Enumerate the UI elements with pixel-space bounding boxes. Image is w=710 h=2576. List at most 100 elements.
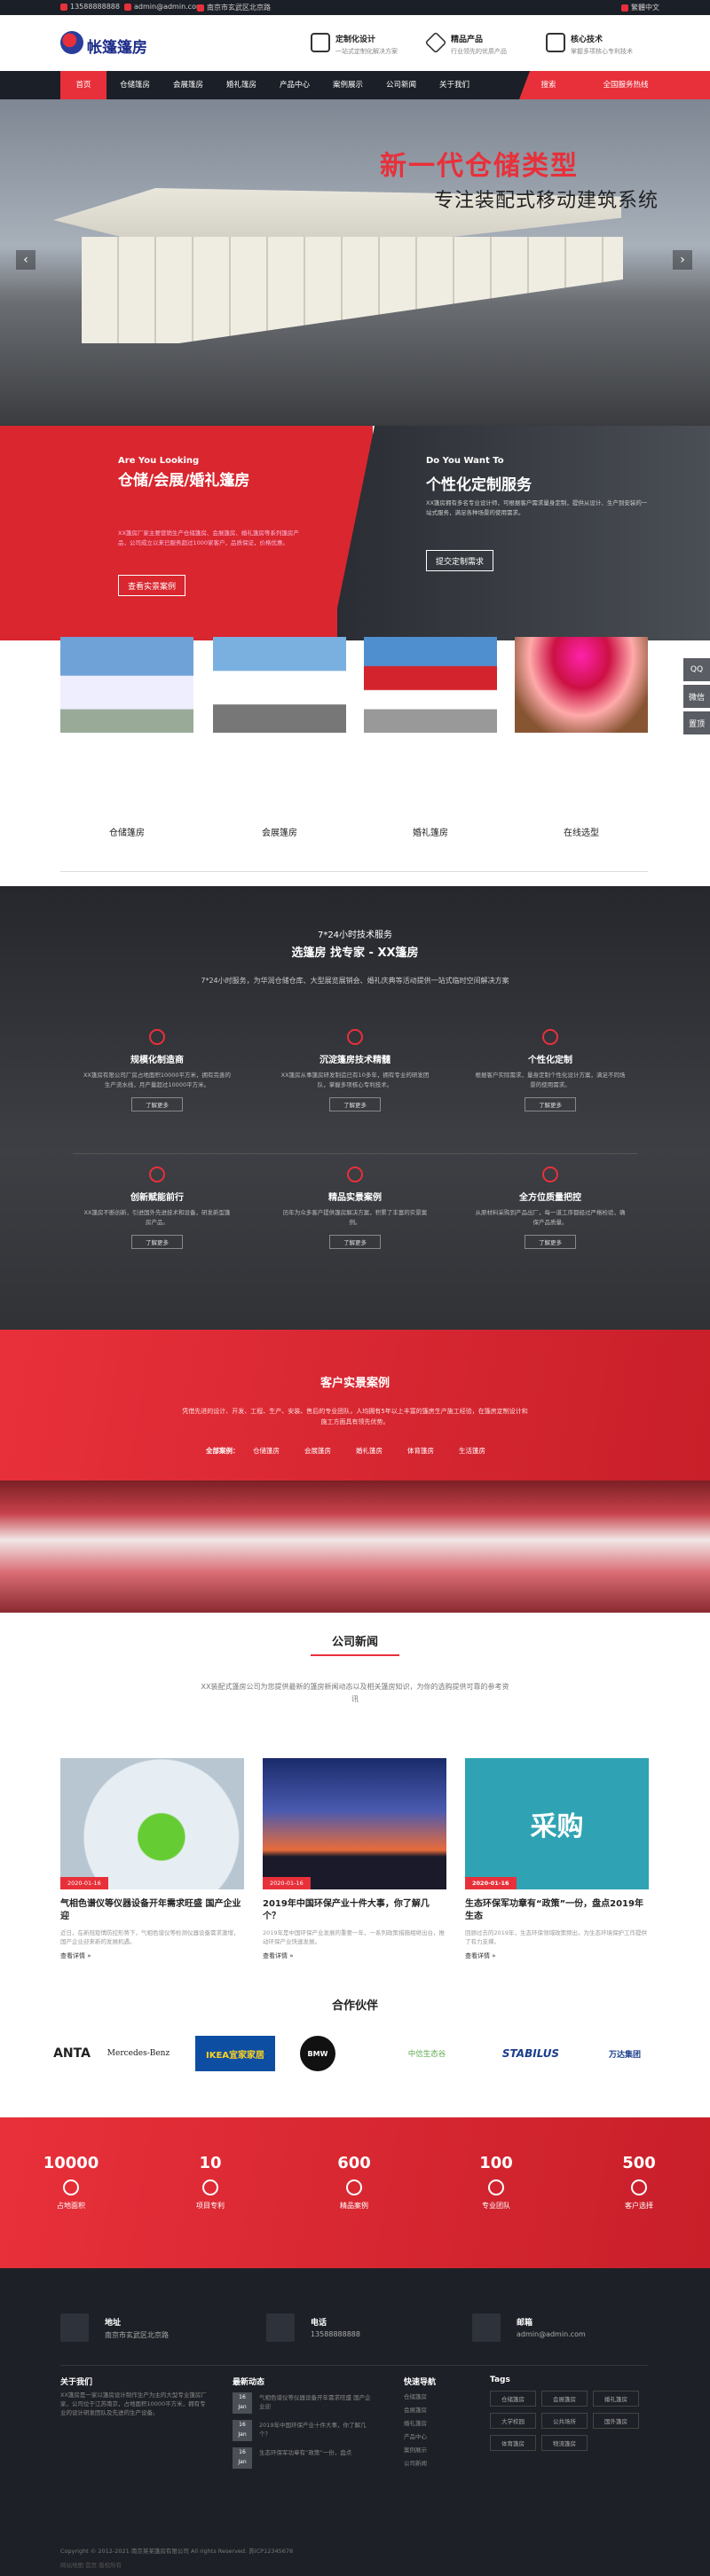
case-image-expo[interactable] [213, 637, 346, 733]
partner-logo-mercedes[interactable]: Mercedes-Benz [96, 2036, 181, 2071]
footer-link[interactable]: 公司新闻 [404, 2459, 427, 2468]
services-kicker: 7*24小时技术服务 [317, 931, 393, 940]
learn-more-button[interactable]: 了解更多 [525, 1235, 576, 1249]
topbar-email[interactable]: admin@admin.com [124, 3, 203, 11]
submit-request-button[interactable]: 提交定制需求 [426, 550, 494, 571]
nav-item-wedding[interactable]: 婚礼篷房 [217, 71, 266, 99]
footer-tag[interactable]: 婚礼篷房 [593, 2391, 639, 2407]
filter-storage[interactable]: 仓储篷房 [253, 1446, 280, 1456]
service-item: 个性化定制 根据客户实际需求，量身定制个性化设计方案，满足不同场景的使用需求。 了解… [466, 1029, 635, 1111]
footer-tag[interactable]: 大学校园 [490, 2413, 536, 2429]
mail-icon [472, 2313, 501, 2342]
language-switch[interactable]: 繁體中文 [621, 3, 659, 12]
nav-item-storage[interactable]: 仓储篷房 [110, 71, 160, 99]
promo-left-title: 仓储/会展/婚礼篷房 [118, 472, 250, 490]
partner-logo-bmw[interactable]: BMW [300, 2036, 335, 2071]
back-to-top-button[interactable]: 置顶 [683, 711, 710, 734]
banquet-image [0, 1480, 710, 1613]
service-item: 精品实景案例 历年为众多客户提供篷房解决方案，积累了丰富的实景案例。 了解更多 [271, 1166, 439, 1249]
topbar-phone[interactable]: 13588888888 [60, 3, 120, 11]
partner-logo-ikea[interactable]: IKEA宜家家居 [195, 2036, 275, 2071]
wechat-side-button[interactable]: 微信 [683, 685, 710, 708]
hero-prev-button[interactable]: ‹ [16, 250, 36, 270]
filter-expo[interactable]: 会展篷房 [304, 1446, 331, 1456]
case-label-expo[interactable]: 会展篷房 [213, 825, 346, 838]
partner-logo-anta[interactable]: ANTA [53, 2036, 91, 2071]
footer-tag[interactable]: 仓储篷房 [490, 2391, 536, 2407]
learn-more-button[interactable]: 了解更多 [525, 1097, 576, 1111]
footer-email[interactable]: admin@admin.com [517, 2330, 586, 2338]
news-more-link[interactable]: 查看详情 » [60, 1952, 244, 1960]
case-image-storage[interactable] [60, 637, 193, 733]
learn-more-button[interactable]: 了解更多 [131, 1235, 183, 1249]
news-more-link[interactable]: 查看详情 » [263, 1952, 446, 1960]
footer-link[interactable]: 产品中心 [404, 2432, 427, 2441]
qq-side-button[interactable]: QQ [683, 658, 710, 681]
promo-right [337, 426, 710, 640]
brush-icon [542, 1029, 558, 1045]
feature-3: 核心技术 掌握多项核心专利技术 [546, 33, 633, 56]
partner-logo-wanda[interactable]: 万达集团 [591, 2036, 659, 2071]
nav-item-expo[interactable]: 会展篷房 [163, 71, 213, 99]
case-label-online[interactable]: 在线选型 [515, 825, 648, 838]
footer-tag[interactable]: 物流篷房 [541, 2435, 588, 2451]
filter-sports[interactable]: 体育篷房 [407, 1446, 434, 1456]
footer-tag[interactable]: 会展篷房 [541, 2391, 588, 2407]
footer-tag[interactable]: 国外篷房 [593, 2413, 639, 2429]
footer-news-link[interactable]: 气相色谱仪等仪器设备开年需求旺盛 国产企业迎 [259, 2393, 375, 2411]
footer-tag[interactable]: 公共场所 [541, 2413, 588, 2429]
view-cases-button[interactable]: 查看实景案例 [118, 575, 186, 596]
nav-item-about[interactable]: 关于我们 [430, 71, 479, 99]
footer-link[interactable]: 案例展示 [404, 2446, 427, 2454]
stat-item: 600 精品案例 [337, 2154, 371, 2210]
logo-text[interactable]: 帐篷篷房 [87, 35, 147, 57]
case-image-online[interactable] [515, 637, 648, 733]
news-card[interactable]: 采购 2020-01-16 生态环保军功章有“政策”一份，盘点2019年生态 回顾… [465, 1758, 649, 1960]
footer-tag[interactable]: 体育篷房 [490, 2435, 536, 2451]
logo-icon[interactable] [60, 31, 83, 54]
footer-phone[interactable]: 13588888888 [311, 2330, 360, 2338]
news-image[interactable]: 2020-01-16 [263, 1758, 446, 1889]
heart-icon [63, 2179, 79, 2195]
search-button[interactable]: 搜索 [531, 71, 566, 99]
case-label-wedding[interactable]: 婚礼篷房 [364, 825, 497, 838]
phone-icon [266, 2313, 295, 2342]
news-more-link[interactable]: 查看详情 » [465, 1952, 649, 1960]
footer-about-text: XX篷房是一家以篷房设计制作生产为主的大型专业篷房厂家，公司位于江苏南京，占地面… [60, 2391, 207, 2416]
hotline-button[interactable]: 全国服务热线 [581, 71, 670, 99]
filter-living[interactable]: 生活篷房 [459, 1446, 485, 1456]
nav-item-products[interactable]: 产品中心 [270, 71, 320, 99]
news-image[interactable]: 采购 2020-01-16 [465, 1758, 649, 1889]
like-icon [631, 2179, 647, 2195]
setting-icon [311, 33, 330, 52]
learn-more-button[interactable]: 了解更多 [131, 1097, 183, 1111]
filter-wedding[interactable]: 婚礼篷房 [356, 1446, 383, 1456]
footer-news-link[interactable]: 生态环保军功章有“政策”一份，盘点 [259, 2448, 375, 2457]
news-card[interactable]: 2020-01-16 2019年中国环保产业十件大事，你了解几个？ 2019年是… [263, 1758, 446, 1960]
hero-next-button[interactable]: › [673, 250, 692, 270]
partner-logo-citic[interactable]: 中信生态谷 [389, 2036, 465, 2071]
stat-item: 100 专业团队 [479, 2154, 513, 2210]
diamond-icon [424, 31, 447, 54]
footer-link[interactable]: 仓储篷房 [404, 2392, 427, 2401]
partner-logo-stabilus[interactable]: STABILUS [488, 2036, 573, 2071]
service-item: 全方位质量把控 从原材料采购到产品出厂，每一道工序都经过严格检验，确保产品质量。了… [466, 1166, 635, 1249]
footer-news-link[interactable]: 2019年中国环保产业十件大事，你了解几个？ [259, 2421, 375, 2439]
case-label-storage[interactable]: 仓储篷房 [60, 825, 193, 838]
learn-more-button[interactable]: 了解更多 [329, 1097, 381, 1111]
globe-icon [621, 4, 628, 12]
news-card[interactable]: 2020-01-16 气相色谱仪等仪器设备开年需求旺盛 国产企业迎 近日，在新冠… [60, 1758, 244, 1960]
location-icon [60, 2313, 89, 2342]
case-image-wedding[interactable] [364, 637, 497, 733]
main-nav: 首页 仓储篷房 会展篷房 婚礼篷房 产品中心 案例展示 公司新闻 关于我们 搜索… [0, 71, 710, 99]
footer-link[interactable]: 会展篷房 [404, 2406, 427, 2415]
footer-bottom-links[interactable]: 网站地图 首页 版权所有 [60, 2560, 122, 2569]
divider [60, 2365, 648, 2366]
news-image[interactable]: 2020-01-16 [60, 1758, 244, 1889]
nav-item-cases[interactable]: 案例展示 [323, 71, 373, 99]
nav-item-home[interactable]: 首页 [60, 71, 106, 99]
header: 帐篷篷房 定制化设计 一站式定制化解决方案 精品产品 行业领先的优质产品 核心技术掌… [0, 15, 710, 71]
footer-link[interactable]: 婚礼篷房 [404, 2419, 427, 2428]
nav-item-news[interactable]: 公司新闻 [376, 71, 426, 99]
learn-more-button[interactable]: 了解更多 [329, 1235, 381, 1249]
